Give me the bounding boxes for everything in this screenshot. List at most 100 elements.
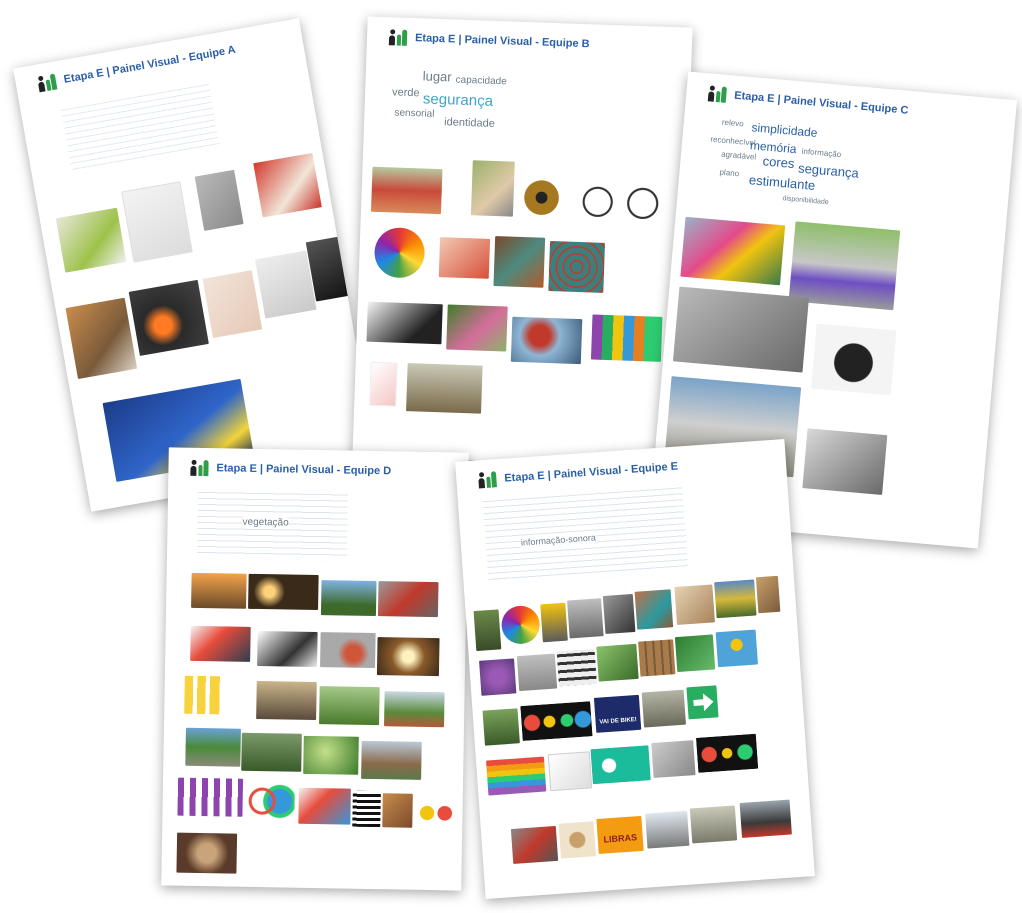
sheet-title: Etapa E | Painel Visual - Equipe A (62, 43, 237, 86)
word-cloud: relevo simplicidade memória informação r… (706, 109, 914, 226)
word: relevo (721, 117, 745, 129)
word: disponibilidade (782, 195, 829, 207)
photo-red-cone (320, 632, 376, 669)
photo-pink-bike (446, 304, 508, 352)
photo-bulbs (248, 573, 319, 611)
photo-road (516, 653, 558, 692)
photo-wood-dome (376, 637, 440, 677)
photo-dots-poster-2 (695, 733, 759, 773)
photo-green-sign (674, 634, 716, 673)
photo-light-room (254, 250, 317, 319)
word: reconhecível (710, 134, 757, 148)
photo-couple (361, 740, 422, 780)
photo-head-icons (414, 795, 457, 831)
word: verde (391, 86, 420, 100)
photo-leaves (303, 735, 359, 775)
photo-gray-bikes (651, 740, 696, 778)
word: cores (762, 153, 796, 172)
photo-bike-rack-colored (680, 216, 786, 286)
photo-panel (194, 169, 244, 231)
photo-cable-lock (121, 181, 193, 263)
photo-red-bike (575, 171, 663, 220)
sheet-header: Etapa E | Painel Visual - Equipe E (478, 459, 679, 489)
photo-color-rings (244, 781, 296, 821)
word: lugar (422, 68, 452, 85)
photo-cyclist-art (438, 237, 491, 279)
word: agradável (720, 149, 757, 162)
photo-caption: VAI DE BIKE! (599, 717, 638, 726)
word: simplicidade (751, 120, 819, 140)
photo-map-sketch (547, 751, 593, 792)
photo-red-pavement (370, 166, 443, 215)
photo-sketch (369, 361, 398, 407)
word: vegetação (242, 516, 289, 529)
logo-icon (707, 85, 729, 103)
photo-bar-chart (590, 314, 663, 362)
word: informação (801, 146, 842, 160)
photo-purple-flowers (479, 658, 517, 696)
photo-text-poster (352, 790, 381, 828)
photo-tree (320, 580, 377, 617)
photo-bike-sign (382, 793, 413, 828)
photo-bike-stand (672, 286, 809, 373)
photo-gravel (641, 689, 687, 728)
sheet-equipe-b: Etapa E | Painel Visual - Equipe B lugar… (352, 16, 693, 468)
sheet-equipe-d: Etapa E | Painel Visual - Equipe D veget… (161, 447, 469, 891)
photo-buttons (548, 240, 606, 293)
photo-red-sculpture (377, 581, 439, 618)
photo-bike-rack-row (510, 825, 559, 864)
sheet-title: Etapa E | Painel Visual - Equipe E (503, 460, 679, 485)
photo-braille (558, 821, 596, 859)
photo-tunnel (510, 316, 583, 365)
photo-station (645, 810, 690, 849)
photo-color-wheel (500, 604, 541, 646)
sheet-title: Etapa E | Painel Visual - Equipe D (216, 462, 392, 478)
photo-hedges (319, 686, 380, 726)
word: segurança (422, 90, 494, 110)
sheet-equipe-a: Etapa E | Painel Visual - Equipe A (13, 18, 377, 512)
photo-caption: LIBRAS (603, 832, 638, 845)
photo-sunset-field (191, 572, 247, 609)
logo-icon (478, 471, 499, 489)
sheet-header: Etapa E | Painel Visual - Equipe D (190, 459, 392, 479)
photo-color-wheel (373, 226, 426, 279)
photo-stairs (470, 160, 515, 217)
word: sensorial (394, 107, 435, 120)
word: identidade (443, 116, 496, 130)
word: plano (719, 167, 740, 179)
photo-street (567, 598, 604, 639)
photo-bike-light (128, 279, 209, 356)
photo-iron-ornament (257, 630, 318, 668)
photo-rail (602, 593, 636, 634)
photo-bike-shed (241, 732, 302, 772)
photo-yellow-field (714, 579, 757, 619)
sheet-title: Etapa E | Painel Visual - Equipe B (414, 32, 590, 51)
logo-icon (388, 29, 410, 46)
photo-phone-hand (202, 270, 263, 338)
word-cloud (60, 79, 221, 175)
photo-building (406, 363, 483, 414)
photo-bike-shape (366, 301, 443, 345)
photo-wood-bench (65, 297, 138, 380)
photo-bike-art (190, 625, 251, 662)
photo-gear (520, 176, 563, 219)
photo-arrows (556, 648, 597, 687)
photo-grass-row-3 (482, 708, 520, 746)
photo-rainbow-stripes (486, 756, 547, 796)
photo-plaza (256, 680, 317, 721)
photo-libras: LIBRAS (596, 815, 644, 854)
photo-purple-icons (177, 777, 244, 817)
photo-u-rack (802, 428, 888, 495)
photo-bike-stickers (298, 787, 351, 825)
sheet-equipe-e: Etapa E | Painel Visual - Equipe E infor… (455, 439, 815, 899)
photo-bike-lane (739, 799, 792, 838)
photo-hand-texture (674, 584, 715, 625)
photo-teal-circles (590, 745, 651, 785)
photo-corridor (689, 805, 738, 844)
photo-yellow-bars (184, 675, 255, 715)
logo-icon (190, 459, 210, 477)
logo-icon (37, 73, 59, 93)
photo-bike-path (185, 727, 241, 767)
photo-rust-texture (493, 236, 546, 288)
photo-illustration (715, 629, 758, 668)
